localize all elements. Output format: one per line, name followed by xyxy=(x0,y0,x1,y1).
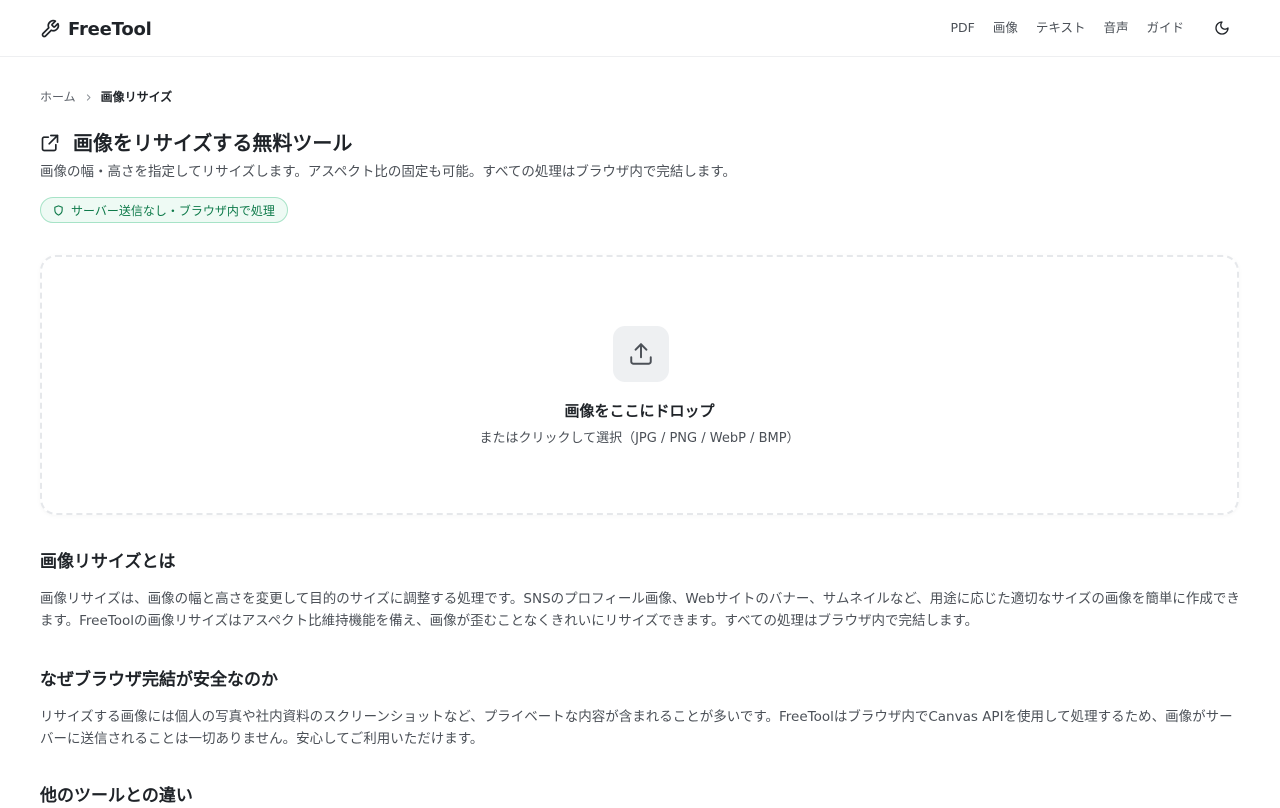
logo-text: FreeTool xyxy=(68,18,152,40)
breadcrumb-current: 画像リサイズ xyxy=(100,90,173,104)
image-dropzone[interactable]: 画像をここにドロップ またはクリックして選択（JPG / PNG / WebP … xyxy=(40,255,1239,515)
title-row: 画像をリサイズする無料ツール xyxy=(40,130,352,156)
page-description: 画像の幅・高さを指定してリサイズします。アスペクト比の固定も可能。すべての処理は… xyxy=(40,164,737,180)
nav-item-image[interactable]: 画像 xyxy=(993,19,1018,37)
external-link-icon xyxy=(41,134,59,152)
breadcrumb-home-link[interactable]: ホーム xyxy=(40,89,76,105)
privacy-badge: サーバー送信なし・ブラウザ内で処理 xyxy=(40,197,288,223)
dropzone-subtitle: またはクリックして選択（JPG / PNG / WebP / BMP） xyxy=(479,431,800,446)
section-title-why-safe: なぜブラウザ完結が安全なのか xyxy=(40,670,278,690)
section-body-why-safe: リサイズする画像には個人の写真や社内資料のスクリーンショットなど、プライベートな… xyxy=(40,709,1233,747)
nav-item-audio[interactable]: 音声 xyxy=(1103,19,1128,37)
section-title-what-is-resize: 画像リサイズとは xyxy=(40,552,176,572)
upload-icon-box xyxy=(613,326,669,382)
wrench-icon xyxy=(41,19,60,38)
privacy-badge-label: サーバー送信なし・ブラウザ内で処理 xyxy=(71,203,275,218)
dropzone-title: 画像をここにドロップ xyxy=(564,402,715,420)
section-body-what-is-resize: 画像リサイズは、画像の幅と高さを変更して目的のサイズに調整する処理です。SNSの… xyxy=(40,591,1240,629)
main-nav: PDF 画像 テキスト 音声 ガイド xyxy=(932,19,1184,37)
moon-icon xyxy=(1215,21,1229,35)
upload-icon xyxy=(630,343,652,365)
nav-item-text[interactable]: テキスト xyxy=(1036,19,1086,37)
site-header: FreeTool PDF 画像 テキスト 音声 ガイド xyxy=(0,0,1280,57)
theme-toggle-button[interactable] xyxy=(1212,18,1232,38)
logo-link[interactable]: FreeTool xyxy=(40,17,152,41)
nav-item-guide[interactable]: ガイド xyxy=(1146,19,1184,37)
chevron-right-icon xyxy=(84,93,93,102)
page-title: 画像をリサイズする無料ツール xyxy=(73,131,353,155)
breadcrumb: ホーム 画像リサイズ xyxy=(40,89,172,105)
shield-icon xyxy=(54,204,63,216)
section-title-comparison: 他のツールとの違い xyxy=(40,786,193,806)
nav-item-pdf[interactable]: PDF xyxy=(950,19,974,37)
